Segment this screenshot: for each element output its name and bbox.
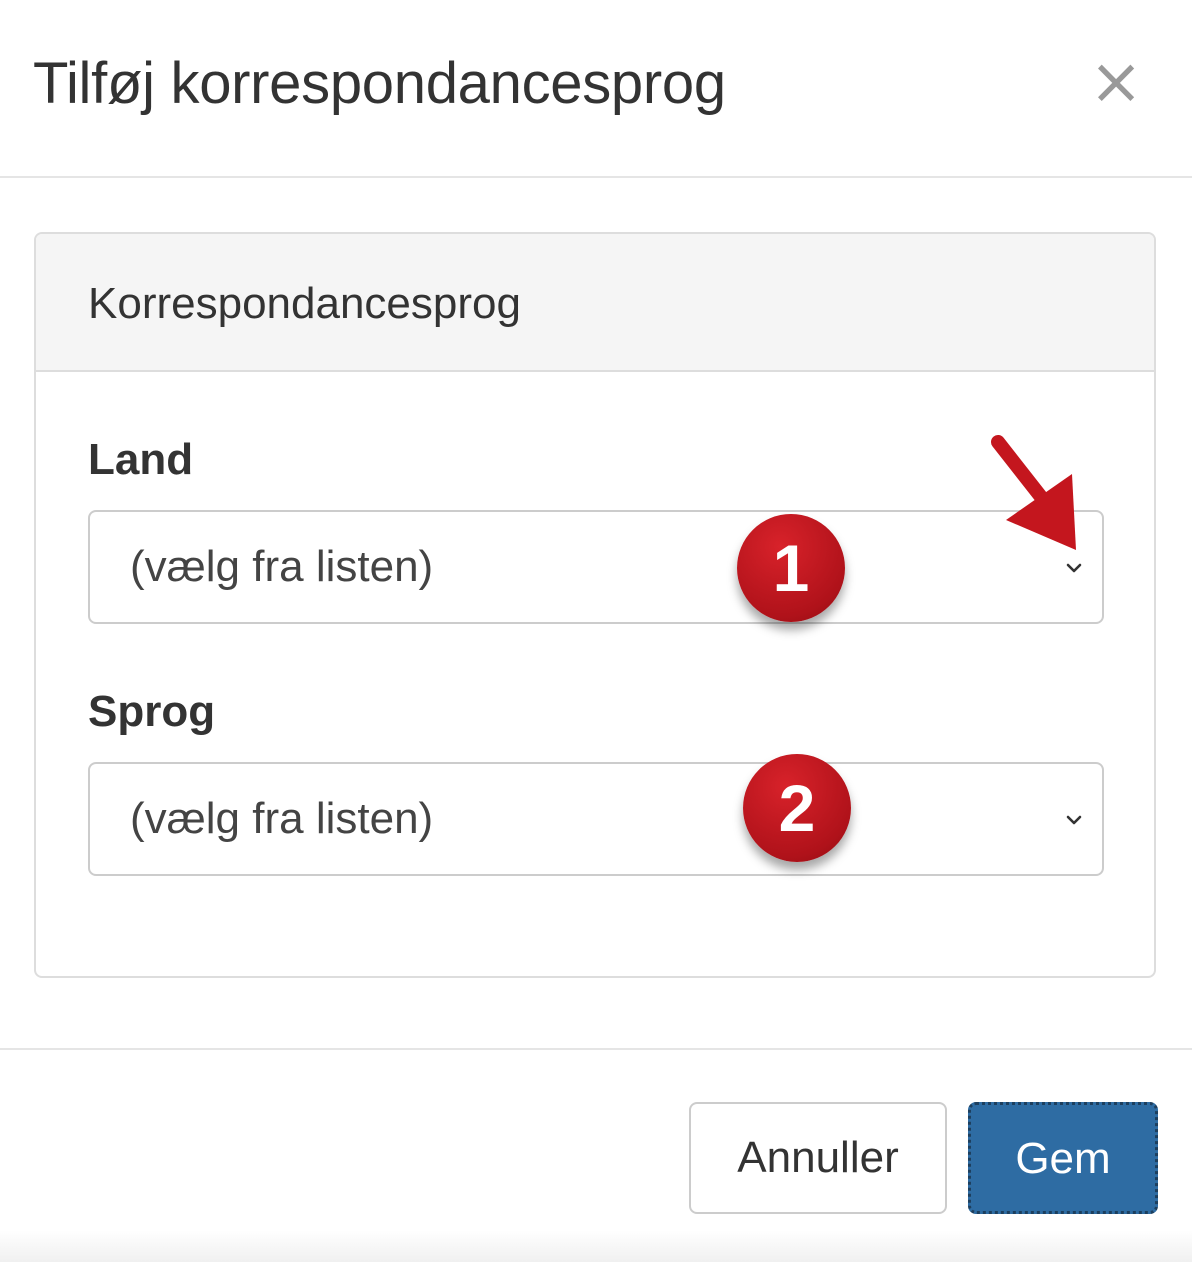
panel-title: Korrespondancesprog	[88, 279, 521, 328]
country-select-value: (vælg fra listen)	[130, 542, 434, 591]
chevron-down-icon	[1066, 563, 1082, 573]
cancel-button[interactable]: Annuller	[689, 1102, 947, 1214]
language-label: Sprog	[88, 687, 216, 736]
panel-heading: Korrespondancesprog	[36, 234, 1154, 372]
close-icon: ×	[1089, 45, 1143, 119]
dialog-header: Tilføj korrespondancesprog ×	[0, 0, 1192, 178]
country-label: Land	[88, 435, 194, 484]
step-badge-1: 1	[737, 514, 845, 622]
red-arrow-icon	[991, 435, 1076, 550]
language-select-value: (vælg fra listen)	[130, 794, 434, 843]
close-button[interactable]: ×	[1086, 42, 1146, 122]
dialog-title: Tilføj korrespondancesprog	[33, 51, 726, 116]
dialog: Tilføj korrespondancesprog × Korresponda…	[0, 0, 1192, 1262]
country-select[interactable]: (vælg fra listen)	[88, 510, 1104, 624]
language-select[interactable]: (vælg fra listen)	[88, 762, 1104, 876]
step-badge-2: 2	[743, 754, 851, 862]
save-button[interactable]: Gem	[968, 1102, 1158, 1214]
language-panel: Korrespondancesprog Land (vælg fra liste…	[34, 232, 1156, 978]
chevron-down-icon	[1066, 815, 1082, 825]
